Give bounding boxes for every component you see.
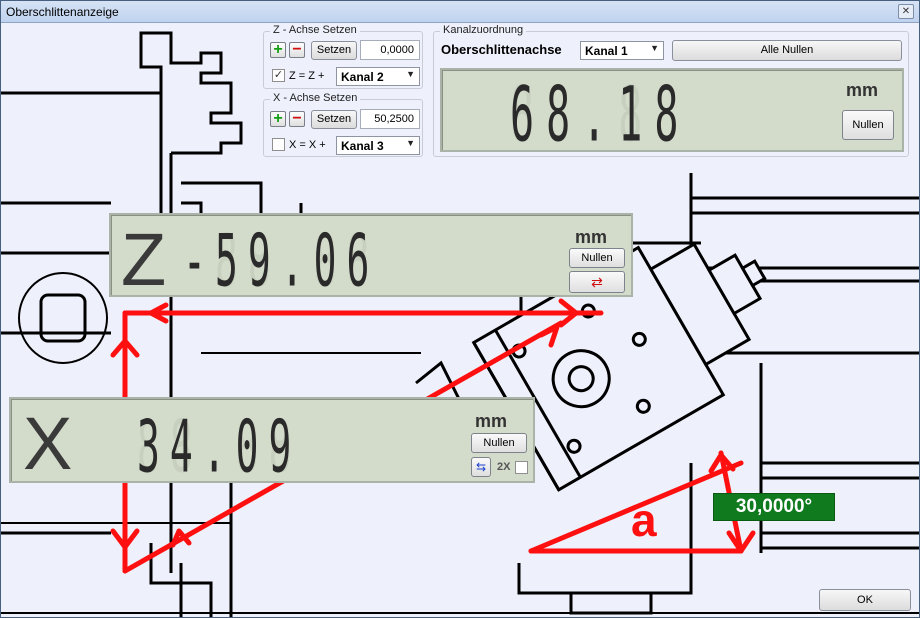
- x-formula-label: X = X +: [289, 139, 326, 151]
- slide-unit: mm: [846, 80, 879, 100]
- x-direction-button[interactable]: ⇆: [471, 457, 491, 477]
- zero-all-button[interactable]: Alle Nullen: [672, 40, 902, 61]
- z-display: Z - 88.88 59.06 mm Nullen ⇄: [109, 213, 633, 303]
- arrows-icon: ⇆: [475, 460, 487, 474]
- title-bar: Oberschlittenanzeige ✕: [1, 1, 919, 23]
- main-window: Oberschlittenanzeige ✕ Z - Achse Setzen …: [0, 0, 920, 618]
- window-title: Oberschlittenanzeige: [6, 5, 119, 19]
- diameter-checkbox[interactable]: [515, 461, 528, 474]
- x-channel-value: Kanal 3: [341, 139, 384, 153]
- z-sign: -: [183, 219, 206, 303]
- z-value: 59.06: [215, 219, 380, 303]
- x-minus-button[interactable]: −: [289, 111, 305, 127]
- close-icon: ✕: [901, 6, 911, 17]
- direction-swap-icon: ⇄: [591, 274, 603, 290]
- x-group-title: X - Achse Setzen: [270, 92, 361, 104]
- z-zero-button[interactable]: Nullen: [569, 248, 625, 268]
- slide-zero-button[interactable]: Nullen: [842, 110, 894, 140]
- z-formula-label: Z = Z +: [289, 70, 325, 82]
- z-channel-select[interactable]: Kanal 2 ▼: [336, 67, 420, 86]
- angle-value: 30,0000°: [713, 493, 835, 521]
- z-group-title: Z - Achse Setzen: [270, 24, 360, 36]
- slide-display: 88.88 68.18 mm Nullen: [440, 68, 904, 159]
- z-axis-letter: Z: [121, 218, 167, 301]
- slide-channel-select[interactable]: Kanal 1 ▼: [580, 41, 664, 60]
- channel-assignment-group: Kanalzuordnung Oberschlittenachse Kanal …: [433, 24, 909, 159]
- x-display: X 88.88 34.09 mm Nullen ⇆ 2X: [9, 397, 535, 489]
- channel-group-title: Kanalzuordnung: [440, 24, 527, 36]
- z-setzen-button[interactable]: Setzen: [311, 41, 357, 60]
- x-plus-button[interactable]: +: [270, 111, 286, 127]
- diameter-label: 2X: [497, 461, 511, 473]
- z-swap-button[interactable]: ⇄: [569, 271, 625, 293]
- chevron-down-icon: ▼: [650, 43, 659, 53]
- close-button[interactable]: ✕: [898, 4, 914, 19]
- z-minus-button[interactable]: −: [289, 42, 305, 58]
- x-value: 34.09: [137, 405, 302, 489]
- x-axis-letter: X: [23, 402, 73, 485]
- z-axis-set-group: Z - Achse Setzen + − Setzen 0,0000 ✓ Z =…: [263, 24, 423, 89]
- z-channel-value: Kanal 2: [341, 70, 384, 84]
- chevron-down-icon: ▼: [406, 138, 415, 148]
- a-dimension-label: a: [631, 494, 657, 546]
- ok-button[interactable]: OK: [819, 589, 911, 611]
- slide-channel-value: Kanal 1: [585, 44, 628, 58]
- x-offset-input[interactable]: 50,2500: [360, 109, 420, 129]
- z-formula-checkbox[interactable]: ✓: [272, 69, 285, 82]
- x-zero-button[interactable]: Nullen: [471, 433, 527, 453]
- x-formula-checkbox[interactable]: [272, 138, 285, 151]
- slide-axis-label: Oberschlittenachse: [441, 42, 562, 57]
- chevron-down-icon: ▼: [406, 69, 415, 79]
- x-unit: mm: [475, 411, 508, 431]
- x-axis-set-group: X - Achse Setzen + − Setzen 50,2500 X = …: [263, 92, 423, 157]
- x-channel-select[interactable]: Kanal 3 ▼: [336, 136, 420, 155]
- z-unit: mm: [575, 227, 608, 247]
- z-plus-button[interactable]: +: [270, 42, 286, 58]
- z-offset-input[interactable]: 0,0000: [360, 40, 420, 60]
- slide-value: 68.18: [510, 72, 691, 160]
- x-setzen-button[interactable]: Setzen: [311, 110, 357, 129]
- machine-canvas: Z - Achse Setzen + − Setzen 0,0000 ✓ Z =…: [1, 23, 919, 617]
